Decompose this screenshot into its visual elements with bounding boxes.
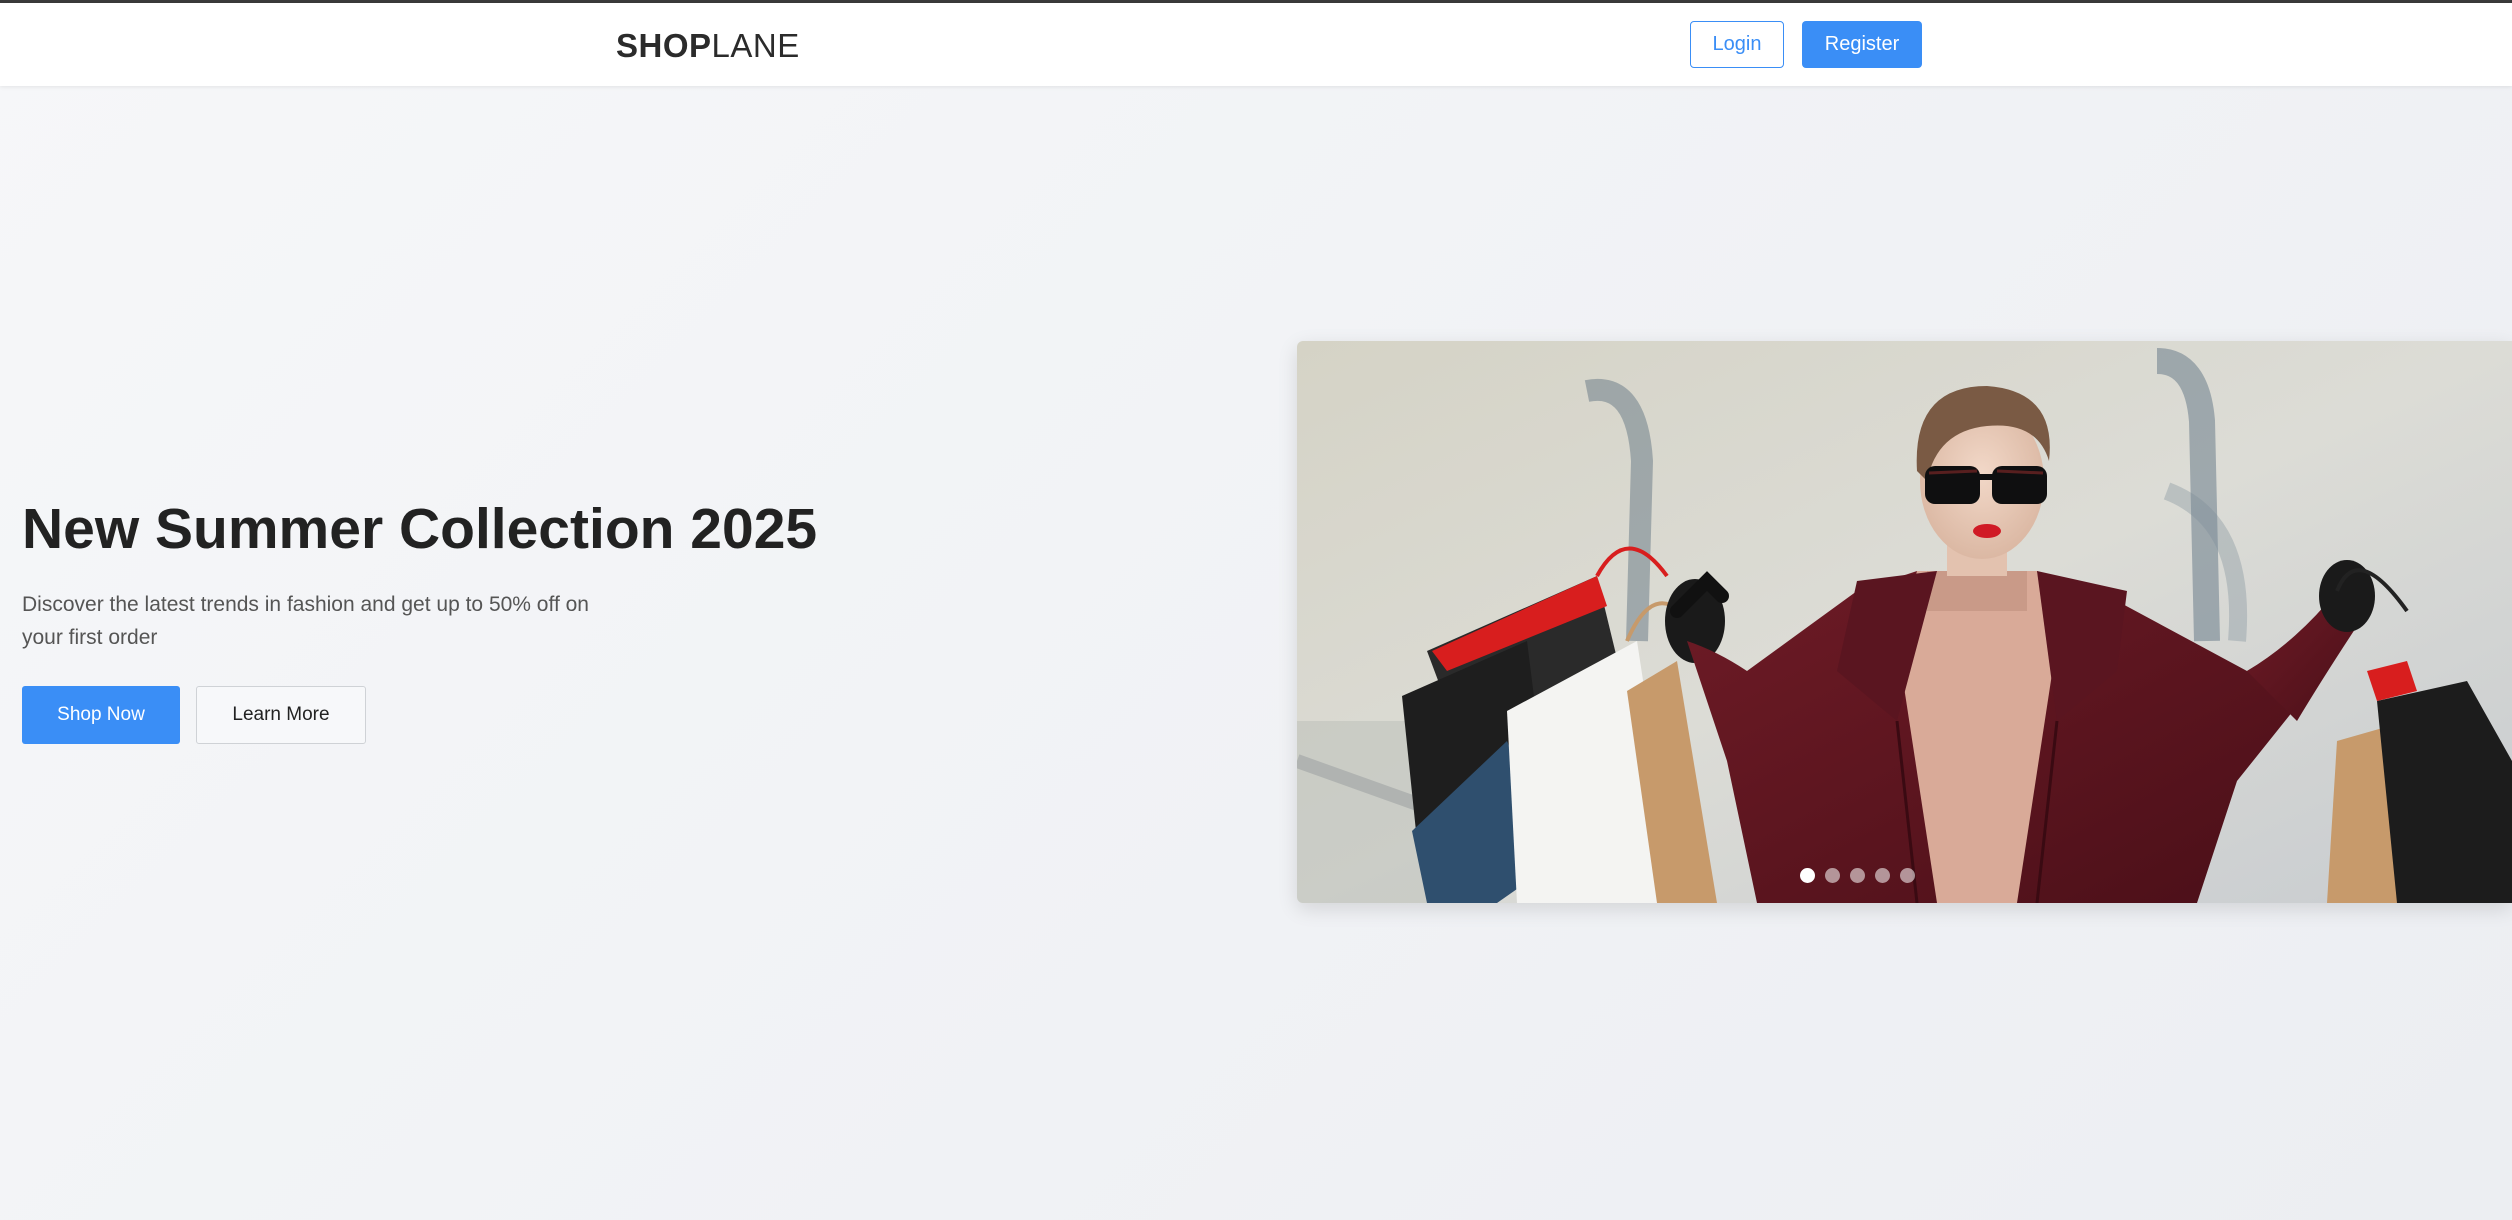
carousel-dot-3[interactable] bbox=[1849, 868, 1865, 883]
hero-carousel[interactable] bbox=[1297, 341, 2512, 903]
register-button[interactable]: Register bbox=[1802, 21, 1922, 68]
logo-thin-text: LANE bbox=[711, 27, 800, 64]
learn-more-button[interactable]: Learn More bbox=[196, 686, 366, 744]
carousel-dot-2[interactable] bbox=[1824, 868, 1840, 883]
shop-now-button[interactable]: Shop Now bbox=[22, 686, 180, 744]
site-header: SHOPLANE Login Register bbox=[0, 3, 2512, 86]
logo-bold-text: SHOP bbox=[616, 27, 712, 64]
carousel-dot-1[interactable] bbox=[1799, 868, 1815, 883]
hero-title: New Summer Collection 2025 bbox=[22, 497, 818, 561]
hero-subtitle: Discover the latest trends in fashion an… bbox=[22, 593, 589, 649]
carousel-dot-5[interactable] bbox=[1899, 868, 1915, 883]
carousel-dots bbox=[1297, 868, 2417, 883]
login-button[interactable]: Login bbox=[1690, 21, 1784, 68]
carousel-slide-image bbox=[1297, 341, 2512, 903]
carousel-dot-4[interactable] bbox=[1874, 868, 1890, 883]
site-logo[interactable]: SHOPLANE bbox=[616, 27, 800, 65]
